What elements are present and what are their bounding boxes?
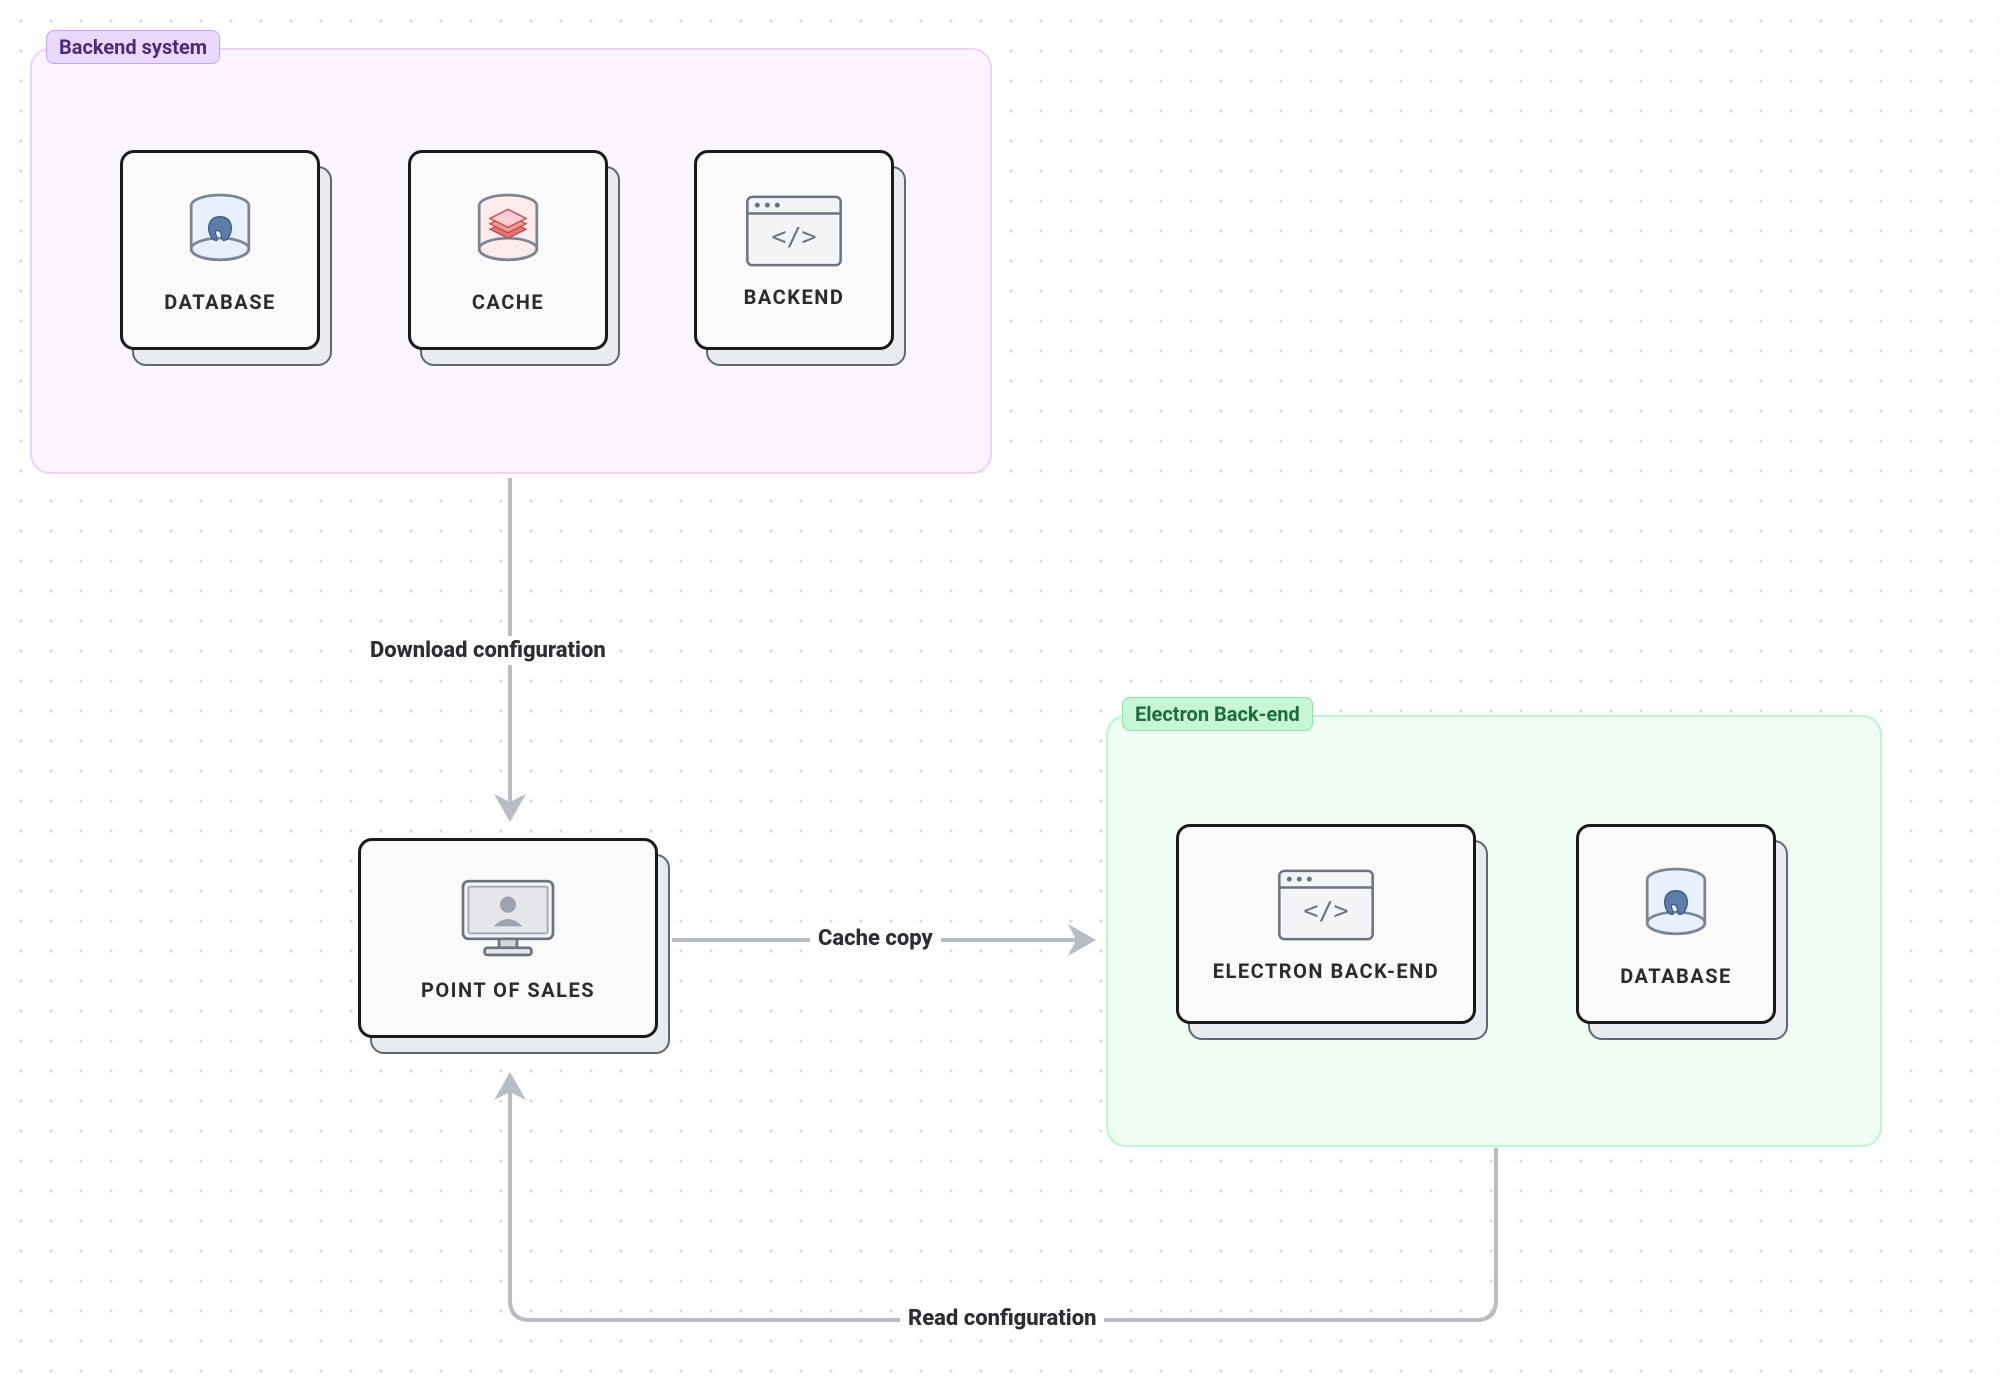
edge-label-read-config: Read configuration	[900, 1304, 1104, 1333]
node-database-secondary[interactable]: DATABASE	[1576, 824, 1776, 1024]
node-label: ELECTRON BACK-END	[1213, 959, 1439, 983]
edge-label-cache-copy: Cache copy	[810, 924, 941, 953]
group-label-electron: Electron Back-end	[1122, 697, 1313, 731]
svg-text:</>: </>	[1303, 896, 1348, 925]
code-window-icon: </>	[1276, 865, 1376, 945]
svg-text:</>: </>	[771, 222, 816, 251]
node-label: DATABASE	[164, 290, 276, 314]
node-label: POINT OF SALES	[421, 978, 595, 1002]
node-point-of-sales[interactable]: POINT OF SALES	[358, 838, 658, 1038]
monitor-user-icon	[453, 874, 563, 964]
group-label-backend: Backend system	[46, 30, 220, 64]
node-electron-backend[interactable]: </> ELECTRON BACK-END	[1176, 824, 1476, 1024]
node-label: BACKEND	[744, 285, 845, 309]
database-icon	[1631, 860, 1721, 950]
node-backend[interactable]: </> BACKEND	[694, 150, 894, 350]
node-label: CACHE	[472, 290, 544, 314]
node-database-primary[interactable]: DATABASE	[120, 150, 320, 350]
code-window-icon: </>	[744, 191, 844, 271]
cache-icon	[463, 186, 553, 276]
node-cache[interactable]: CACHE	[408, 150, 608, 350]
database-icon	[175, 186, 265, 276]
diagram-canvas[interactable]: Backend system Electron Back-end DATABAS…	[0, 0, 2000, 1378]
node-label: DATABASE	[1620, 964, 1732, 988]
edge-label-download-config: Download configuration	[362, 636, 614, 665]
